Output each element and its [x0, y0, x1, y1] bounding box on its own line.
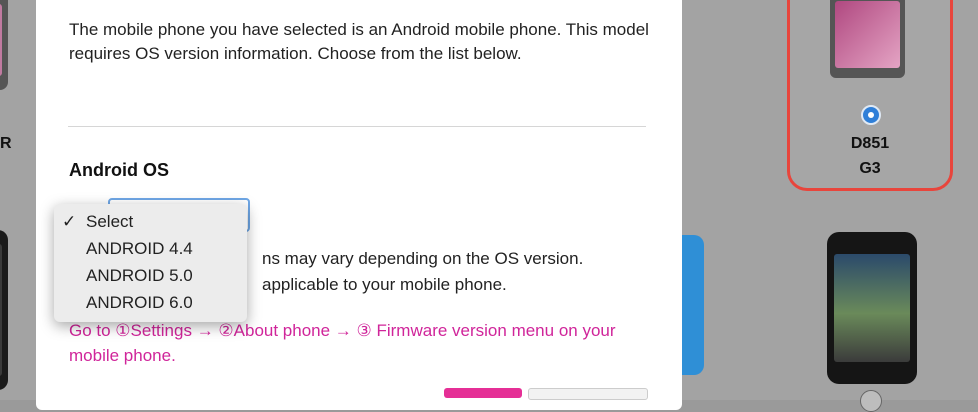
phone-screen: [835, 1, 900, 68]
divider: [68, 126, 646, 127]
phone-radio-selected[interactable]: [861, 105, 881, 125]
android-os-heading: Android OS: [69, 160, 169, 180]
dropdown-option-select[interactable]: ✓ Select: [54, 209, 247, 235]
phone-thumbnail[interactable]: [0, 0, 8, 90]
os-note-line-2: applicable to your mobile phone.: [262, 275, 507, 294]
modal-intro-text: The mobile phone you have selected is an…: [69, 20, 649, 63]
dropdown-option-android-6-0[interactable]: ANDROID 6.0: [54, 290, 247, 316]
option-label: ANDROID 6.0: [86, 293, 193, 312]
confirm-button[interactable]: [444, 388, 522, 398]
option-label: Select: [86, 212, 134, 231]
option-label: ANDROID 5.0: [86, 266, 193, 285]
firmware-instructions: Go to ①Settings → ②About phone → ③ Firmw…: [69, 321, 616, 365]
phone-thumbnail-partial[interactable]: [682, 235, 704, 375]
phone-model-name: G3: [859, 160, 881, 177]
phone-model-number: D851: [850, 135, 890, 152]
os-note-line-1: ns may vary depending on the OS version.: [262, 249, 584, 268]
option-label: ANDROID 4.4: [86, 239, 193, 258]
phone-thumbnail[interactable]: [0, 230, 8, 390]
phone-image: [830, 0, 905, 78]
phone-model-label-partial: R: [0, 135, 12, 152]
selected-phone-card[interactable]: D851 G3: [787, 0, 953, 191]
phone-thumbnail[interactable]: [827, 232, 917, 384]
os-version-dropdown-list: ✓ Select ANDROID 4.4 ANDROID 5.0 ANDROID…: [54, 204, 247, 322]
phone-radio[interactable]: [860, 390, 882, 412]
dropdown-option-android-5-0[interactable]: ANDROID 5.0: [54, 263, 247, 289]
dropdown-option-android-4-4[interactable]: ANDROID 4.4: [54, 236, 247, 262]
phone-screen: [834, 254, 910, 362]
phone-screen: [0, 4, 2, 76]
checkmark-icon: ✓: [62, 212, 77, 231]
cancel-button[interactable]: [528, 388, 648, 400]
phone-screen: [0, 244, 2, 376]
